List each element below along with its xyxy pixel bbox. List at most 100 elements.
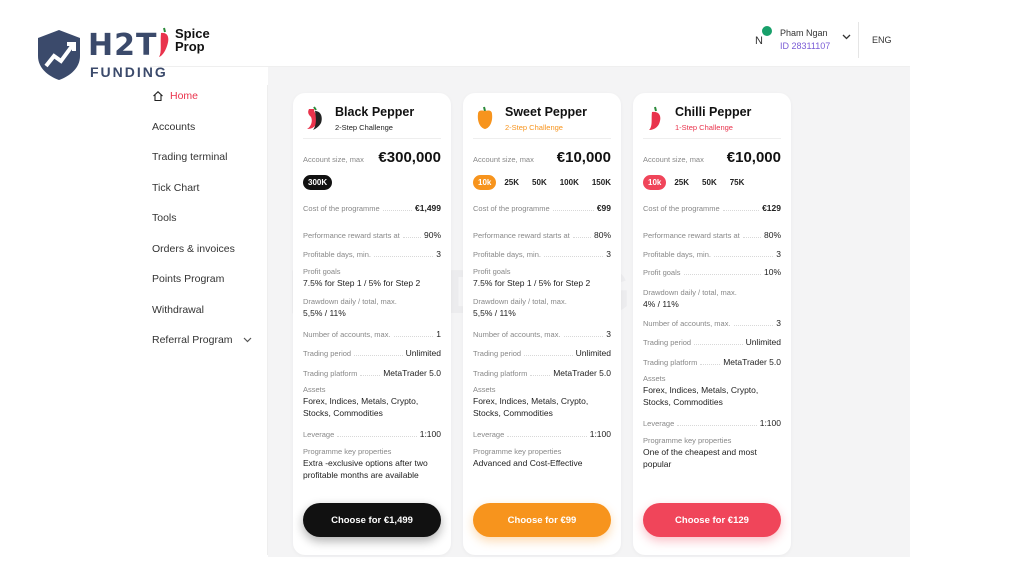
plan-subtitle: 2-Step Challenge (335, 123, 393, 132)
sidebar-item-accounts[interactable]: Accounts (152, 121, 195, 133)
num-accounts-row: Number of accounts, max. 3 (643, 318, 781, 328)
account-size-option[interactable]: 10k (473, 174, 497, 190)
user-menu[interactable]: N Pham Ngan ID 28311107 (748, 24, 858, 58)
sidebar-item-tick-chart[interactable]: Tick Chart (152, 182, 199, 194)
key-properties-block: Programme key properties Advanced and Cos… (473, 447, 613, 469)
account-size-option[interactable]: 10k (643, 174, 667, 190)
sidebar-item-tools[interactable]: Tools (152, 212, 177, 224)
profitable-days-label: Profitable days, min. (473, 250, 541, 259)
sidebar-item-label: Accounts (152, 121, 196, 133)
profit-goals-value: 10% (763, 267, 781, 277)
account-size-options: 10k 25K 50K 75K (643, 173, 791, 191)
trading-period-label: Trading period (473, 349, 522, 358)
account-size-option[interactable]: 50K (527, 175, 552, 190)
drawdown-value: 5,5% / 11% (473, 308, 516, 318)
sidebar-item-label: Points Program (152, 273, 225, 285)
profit-goals-value: 7.5% for Step 1 / 5% for Step 2 (303, 278, 421, 288)
account-size-option[interactable]: 300K (303, 174, 333, 190)
leverage-row: Leverage 1:100 (643, 418, 781, 428)
profitable-days-label: Profitable days, min. (303, 250, 371, 259)
page: H2T FUNDING Spice Prop N Pham Ngan ID 28… (0, 0, 1024, 572)
profitable-days-row: Profitable days, min. 3 (473, 249, 611, 259)
card-header: Black Pepper 2-Step Challenge (303, 103, 441, 139)
cost-value: €129 (762, 203, 781, 213)
num-accounts-label: Number of accounts, max. (473, 330, 561, 339)
account-size-option[interactable]: 25K (499, 175, 524, 190)
trading-platform-row: Trading platform MetaTrader 5.0 (473, 368, 611, 378)
drawdown-label: Drawdown daily / total, max. (473, 297, 567, 306)
account-size-value: €10,000 (726, 149, 781, 166)
sidebar-item-withdrawal[interactable]: Withdrawal (152, 304, 204, 316)
brand-line2: Prop (175, 39, 205, 54)
account-size-options: 300K (303, 173, 451, 191)
cost-row: Cost of the programme €99 (473, 203, 611, 213)
trading-platform-row: Trading platform MetaTrader 5.0 (303, 368, 441, 378)
profitable-days-value: 3 (436, 249, 441, 259)
trading-period-value: Unlimited (575, 348, 611, 358)
key-properties-label: Programme key properties (643, 436, 732, 445)
choose-plan-button[interactable]: Choose for €99 (473, 503, 611, 537)
profit-goals-row: Profit goals 10% (643, 267, 781, 277)
trading-platform-label: Trading platform (643, 358, 698, 367)
account-size-value: €10,000 (556, 149, 611, 166)
language-selector[interactable]: ENG (872, 35, 892, 45)
cost-label: Cost of the programme (643, 204, 720, 213)
assets-label: Assets (643, 374, 666, 383)
assets-block: Assets Forex, Indices, Metals, Crypto, St… (303, 385, 443, 419)
choose-plan-button[interactable]: Choose for €1,499 (303, 503, 441, 537)
account-size-label: Account size, max (303, 155, 364, 164)
leverage-value: 1:100 (419, 429, 441, 439)
account-size-option[interactable]: 50K (697, 175, 722, 190)
user-name: Pham Ngan (780, 28, 828, 38)
main-content: FUNDING Black Pepper 2-Step Challenge Ac… (268, 67, 910, 557)
performance-value: 80% (593, 230, 611, 240)
performance-label: Performance reward starts at (473, 231, 570, 240)
sidebar-item-points-program[interactable]: Points Program (152, 273, 224, 285)
performance-label: Performance reward starts at (643, 231, 740, 240)
performance-label: Performance reward starts at (303, 231, 400, 240)
spiceprop-logo[interactable]: Spice Prop (156, 26, 226, 60)
sidebar: Home Accounts Trading terminal Tick Char… (150, 85, 268, 555)
sidebar-item-label: Referral Program (152, 334, 233, 346)
leverage-label: Leverage (643, 419, 675, 428)
drawdown-label: Drawdown daily / total, max. (643, 288, 737, 297)
trading-period-value: Unlimited (745, 337, 781, 347)
sidebar-item-orders-invoices[interactable]: Orders & invoices (152, 243, 235, 255)
trading-period-row: Trading period Unlimited (643, 337, 781, 347)
key-properties-value: Extra -exclusive options after two profi… (303, 458, 428, 480)
account-size-option[interactable]: 75K (725, 175, 750, 190)
account-size-option[interactable]: 100K (555, 175, 584, 190)
performance-row: Performance reward starts at 80% (473, 230, 611, 240)
key-properties-value: One of the cheapest and most popular (643, 447, 757, 469)
trading-period-value: Unlimited (405, 348, 441, 358)
shield-logo-icon (38, 30, 80, 80)
account-size-row: Account size, max €300,000 (303, 149, 441, 169)
card-header: Sweet Pepper 2-Step Challenge (473, 103, 611, 139)
num-accounts-value: 3 (776, 318, 781, 328)
cost-row: Cost of the programme €129 (643, 203, 781, 213)
trading-period-row: Trading period Unlimited (473, 348, 611, 358)
choose-plan-button[interactable]: Choose for €129 (643, 503, 781, 537)
sidebar-item-home[interactable]: Home (152, 90, 198, 102)
account-size-row: Account size, max €10,000 (473, 149, 611, 169)
sidebar-item-trading-terminal[interactable]: Trading terminal (152, 151, 227, 163)
profitable-days-label: Profitable days, min. (643, 250, 711, 259)
drawdown-block: Drawdown daily / total, max. 4% / 11% (643, 288, 783, 310)
performance-value: 90% (423, 230, 441, 240)
profit-goals-block: Profit goals 7.5% for Step 1 / 5% for Ste… (303, 267, 443, 289)
plan-card: Sweet Pepper 2-Step Challenge Account si… (463, 93, 621, 555)
account-size-value: €300,000 (378, 149, 441, 166)
num-accounts-row: Number of accounts, max. 1 (303, 329, 441, 339)
sidebar-item-label: Orders & invoices (152, 243, 235, 255)
sweet-pepper-icon (473, 105, 497, 131)
sidebar-item-referral-program[interactable]: Referral Program (152, 334, 252, 346)
account-size-options: 10k 25K 50K 100K 150K (473, 173, 621, 191)
num-accounts-label: Number of accounts, max. (303, 330, 391, 339)
account-size-option[interactable]: 150K (587, 175, 616, 190)
chevron-down-icon[interactable] (842, 34, 851, 40)
cost-row: Cost of the programme €1,499 (303, 203, 441, 213)
chilli-pepper-icon (643, 105, 667, 131)
account-size-option[interactable]: 25K (669, 175, 694, 190)
black-pepper-icon (303, 105, 327, 131)
logo-h2t: H2T (88, 28, 158, 63)
